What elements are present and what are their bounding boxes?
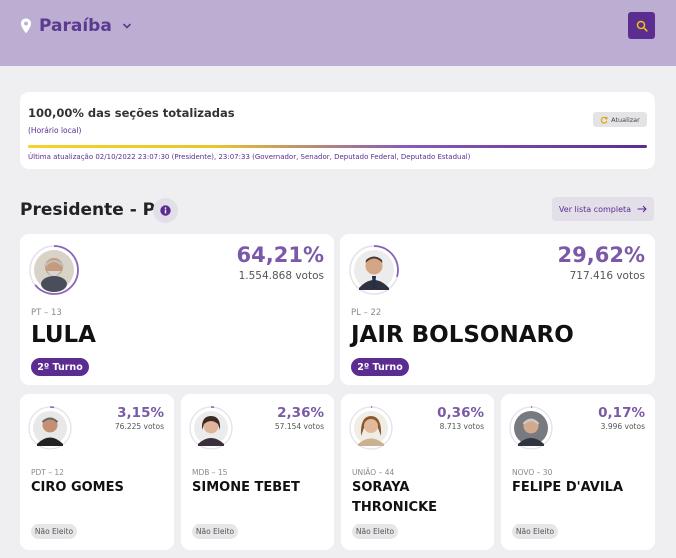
party-number: NOVO – 30 [512, 468, 553, 477]
vote-count: 1.554.868 votos [238, 270, 324, 282]
status-badge: 2º Turno [31, 358, 89, 376]
refresh-icon [600, 116, 608, 124]
party-number: UNIÃO – 44 [352, 468, 395, 477]
party-number: PL – 22 [351, 308, 382, 318]
candidate-photo [348, 244, 400, 296]
candidate-name: SIMONE TEBET [192, 480, 300, 495]
candidate-card-soraya[interactable]: 0,36% 8.713 votos UNIÃO – 44 SORAYA THRO… [341, 394, 494, 550]
vote-count: 3.996 votos [600, 422, 645, 431]
vote-percentage: 29,62% [557, 243, 645, 267]
info-button[interactable] [153, 198, 178, 223]
candidate-name: SORAYA THRONICKE [352, 480, 438, 515]
state-selector[interactable]: Paraíba [20, 16, 132, 36]
top-bar: Paraíba [0, 0, 676, 66]
state-name: Paraíba [39, 16, 112, 36]
candidate-photo [189, 406, 233, 450]
candidate-card-ciro[interactable]: 3,15% 76.225 votos PDT – 12 CIRO GOMES N… [20, 394, 174, 550]
candidate-card-simone[interactable]: 2,36% 57.154 votos MDB – 15 SIMONE TEBET… [181, 394, 334, 550]
arrow-right-icon [637, 205, 647, 213]
status-badge: Não Eleito [512, 524, 558, 539]
search-icon [636, 20, 648, 32]
local-time-note: (Horário local) [28, 126, 82, 135]
vote-percentage: 0,36% [437, 405, 484, 421]
candidate-name: CIRO GOMES [31, 480, 124, 495]
chevron-down-icon [123, 23, 131, 29]
full-list-button[interactable]: Ver lista completa [552, 197, 654, 221]
vote-count: 717.416 votos [569, 270, 645, 282]
candidate-photo [28, 244, 80, 296]
status-badge: Não Eleito [31, 524, 77, 539]
vote-percentage: 0,17% [598, 405, 645, 421]
sections-totalized-text: 100,00% das seções totalizadas [28, 106, 235, 120]
candidate-photo [509, 406, 553, 450]
vote-percentage: 64,21% [236, 243, 324, 267]
refresh-label: Atualizar [611, 115, 640, 124]
vote-count: 8.713 votos [439, 422, 484, 431]
candidate-card-bolsonaro[interactable]: 29,62% 717.416 votos PL – 22 JAIR BOLSON… [340, 234, 655, 385]
refresh-button[interactable]: Atualizar [593, 112, 647, 127]
candidate-name: LULA [31, 322, 96, 348]
party-number: PDT – 12 [31, 468, 64, 477]
section-title: Presidente - PB [20, 200, 169, 220]
vote-count: 57.154 votos [274, 422, 324, 431]
search-button[interactable] [628, 12, 655, 39]
status-badge: Não Eleito [352, 524, 398, 539]
vote-percentage: 3,15% [117, 405, 164, 421]
candidate-photo [28, 406, 72, 450]
party-number: MDB – 15 [192, 468, 228, 477]
candidate-name: FELIPE D'AVILA [512, 480, 624, 495]
candidate-photo [349, 406, 393, 450]
party-number: PT – 13 [31, 308, 62, 318]
info-icon [160, 205, 171, 216]
last-update-text: Última atualização 02/10/2022 23:07:30 (… [28, 153, 471, 161]
candidate-card-felipe[interactable]: 0,17% 3.996 votos NOVO – 30 FELIPE D'AVI… [501, 394, 655, 550]
status-badge: Não Eleito [192, 524, 238, 539]
candidate-name: JAIR BOLSONARO [351, 322, 574, 348]
candidate-card-lula[interactable]: 64,21% 1.554.868 votos PT – 13 LULA 2º T… [20, 234, 334, 385]
status-badge: 2º Turno [351, 358, 409, 376]
full-list-label: Ver lista completa [558, 204, 632, 214]
vote-count: 76.225 votos [114, 422, 164, 431]
totalization-progress-bar [28, 145, 647, 148]
map-pin-icon [20, 18, 32, 34]
totalization-status-card: 100,00% das seções totalizadas (Horário … [20, 92, 655, 169]
vote-percentage: 2,36% [277, 405, 324, 421]
